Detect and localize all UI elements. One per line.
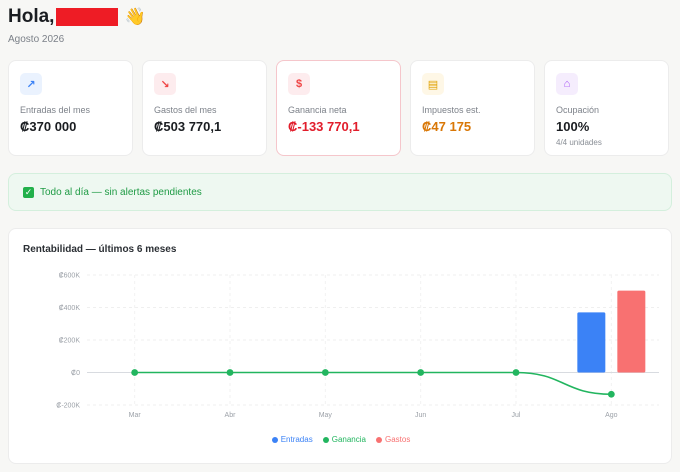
redacted-user-name — [56, 8, 119, 26]
legend-gastos[interactable]: Gastos — [375, 435, 411, 444]
bar-entradas — [577, 312, 606, 373]
legend-dot — [271, 436, 278, 443]
card-value: ₡503 770,1 — [154, 119, 222, 134]
wave-icon: 👋 — [124, 7, 146, 26]
home-icon: ⌂ — [556, 73, 578, 95]
point-ganancia — [226, 369, 234, 376]
card-label: Entradas del mes — [20, 105, 91, 115]
x-tick-label: Mar — [129, 412, 142, 419]
check-icon: ✓ — [23, 186, 34, 198]
y-tick-label: ₡400K — [59, 304, 81, 312]
card-label: Ganancia neta — [288, 105, 347, 115]
current-period: Agosto 2026 — [8, 34, 65, 45]
kpi-cards: ↗ Entradas del mes ₡370 000 ↘ Gastos del… — [8, 60, 669, 156]
trend-down-icon: ↘ — [154, 73, 176, 95]
greeting: Hola, 👋 — [8, 6, 146, 28]
receipt-icon: ▤ — [422, 73, 444, 95]
profitability-chart: ₡600K ₡400K ₡200K ₡0 ₡-200K Mar Abr May Jun Jul Ag… — [56, 272, 659, 419]
legend-label: Gastos — [384, 435, 411, 444]
point-ganancia — [417, 369, 425, 376]
x-tick-label: Jun — [415, 412, 426, 419]
legend-entradas[interactable]: Entradas — [271, 435, 313, 444]
bar-gastos — [617, 290, 646, 373]
legend-label: Entradas — [280, 435, 313, 444]
page-header: Hola, 👋 Agosto 2026 — [8, 6, 146, 45]
x-tick-label: Ago — [605, 412, 618, 419]
card-subtext: 4/4 unidades — [556, 138, 602, 147]
y-tick-label: ₡200K — [59, 337, 81, 345]
card-gastos[interactable]: ↘ Gastos del mes ₡503 770,1 — [142, 60, 267, 156]
card-value: ₡-133 770,1 — [288, 119, 360, 134]
card-impuestos[interactable]: ▤ Impuestos est. ₡47 175 — [410, 60, 535, 156]
line-ganancia — [134, 371, 612, 396]
profitability-chart-card: Rentabilidad — últimos 6 meses ₡600K ₡400… — [8, 228, 672, 464]
y-tick-label: ₡600K — [59, 272, 81, 280]
legend-label: Ganancia — [331, 435, 366, 444]
card-entradas[interactable]: ↗ Entradas del mes ₡370 000 — [8, 60, 133, 156]
greeting-text: Hola, — [8, 6, 55, 27]
x-tick-label: Abr — [225, 412, 237, 419]
legend-dot — [322, 436, 329, 443]
x-tick-label: Jul — [512, 412, 521, 419]
card-ocupacion[interactable]: ⌂ Ocupación 100% 4/4 unidades — [544, 60, 669, 156]
point-ganancia — [607, 390, 615, 398]
card-value: ₡370 000 — [20, 119, 77, 134]
trend-up-icon: ↗ — [20, 73, 42, 95]
card-value: ₡47 175 — [422, 119, 472, 134]
legend-dot — [375, 436, 382, 443]
x-tick-label: May — [319, 412, 333, 419]
y-tick-label: ₡-200K — [56, 402, 80, 410]
card-label: Gastos del mes — [154, 105, 217, 115]
point-ganancia — [512, 369, 520, 376]
card-label: Impuestos est. — [422, 105, 481, 115]
card-label: Ocupación — [556, 105, 600, 115]
card-ganancia[interactable]: $ Ganancia neta ₡-133 770,1 — [276, 60, 401, 156]
card-value: 100% — [556, 119, 590, 134]
chart-legend: Entradas Ganancia Gastos — [9, 435, 673, 444]
alert-text: Todo al día — sin alertas pendientes — [40, 186, 202, 198]
point-ganancia — [131, 369, 139, 376]
legend-ganancia[interactable]: Ganancia — [322, 435, 366, 444]
dollar-icon: $ — [288, 73, 310, 95]
y-tick-label: ₡0 — [71, 369, 80, 377]
status-alert: ✓ Todo al día — sin alertas pendientes — [8, 173, 672, 211]
point-ganancia — [321, 369, 329, 376]
